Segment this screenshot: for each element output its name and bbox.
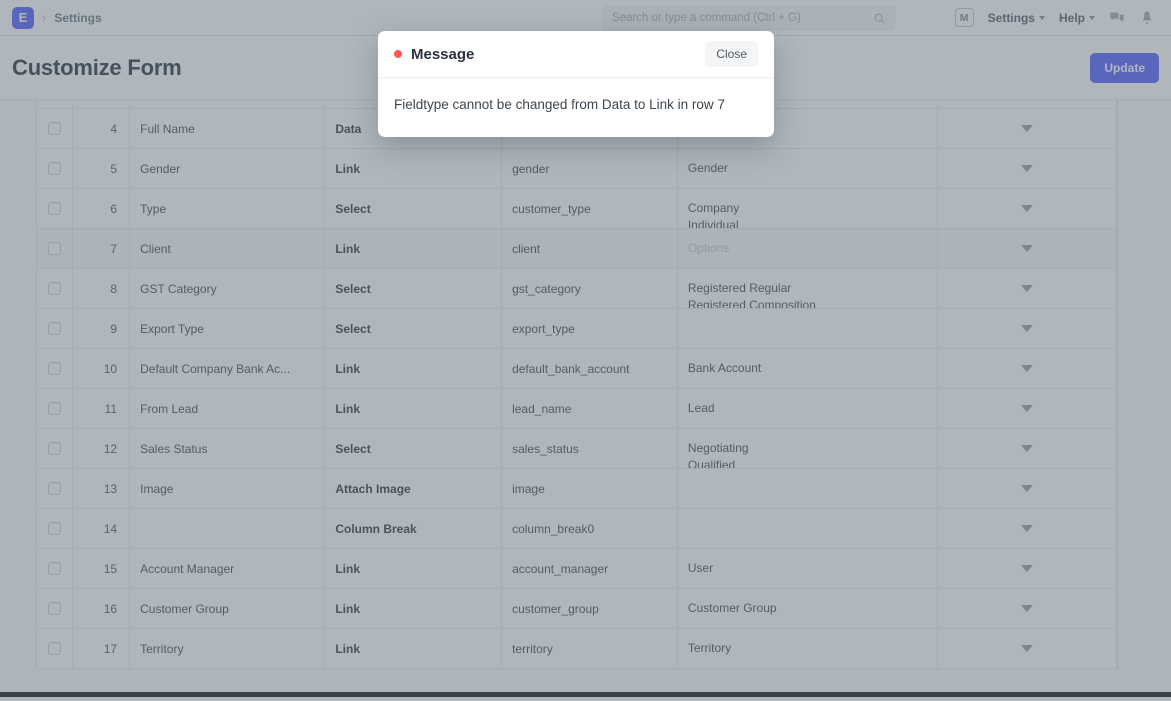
app-root: E › Settings M Settings Help [0, 0, 1171, 701]
modal-close-button[interactable]: Close [705, 41, 758, 67]
status-dot-icon [394, 50, 402, 58]
modal-body-text: Fieldtype cannot be changed from Data to… [378, 78, 774, 137]
modal-header: Message Close [378, 31, 774, 78]
message-modal: Message Close Fieldtype cannot be change… [378, 31, 774, 137]
modal-title: Message [411, 46, 474, 63]
